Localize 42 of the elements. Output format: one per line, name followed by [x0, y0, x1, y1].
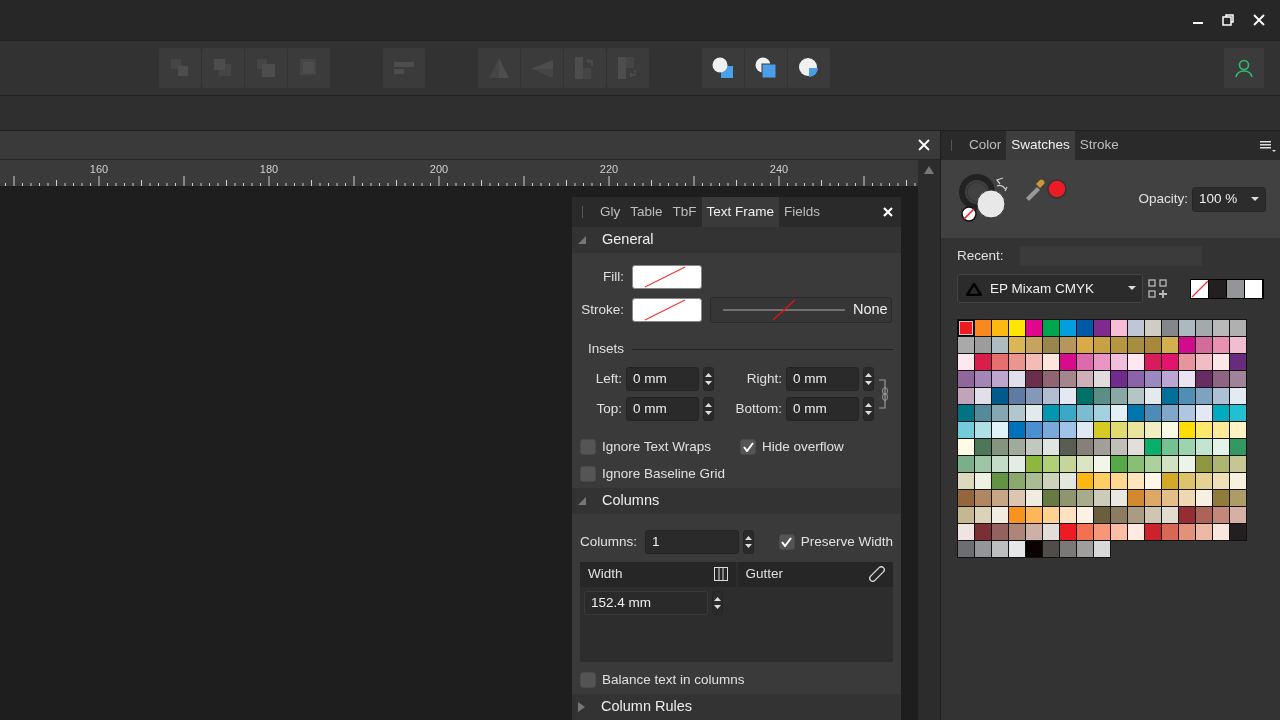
section-label: Insets	[588, 340, 625, 358]
input-field[interactable]: 0 mm	[626, 397, 699, 422]
field-label: Fill:	[602, 267, 624, 286]
stroke-style-dropdown[interactable]: None	[710, 297, 892, 323]
ruler-label: 160	[89, 162, 109, 177]
field-label: Stroke:	[580, 300, 624, 319]
field-label: Right:	[745, 370, 782, 389]
input-field[interactable]: 1	[645, 529, 740, 554]
input-field[interactable]: 0 mm	[786, 397, 859, 422]
section-header[interactable]: General	[572, 227, 901, 253]
input-field[interactable]: 152.4 mm	[584, 590, 708, 615]
opacity-dropdown[interactable]: 100 %	[1192, 186, 1266, 212]
panel-tab[interactable]: Color	[964, 131, 1007, 160]
field-label: Bottom:	[734, 400, 782, 419]
input-field[interactable]: 0 mm	[626, 367, 699, 392]
checkbox-label: Hide overflow	[762, 438, 844, 457]
field-label: Opacity:	[1138, 189, 1188, 208]
column-header-label: Width	[588, 565, 623, 584]
field-label: Top:	[595, 400, 622, 419]
section-header[interactable]: Column Rules	[572, 694, 901, 720]
checkbox-label: Ignore Baseline Grid	[602, 464, 726, 483]
section-header[interactable]: Columns	[572, 487, 901, 514]
ruler-label: 220	[599, 162, 619, 177]
panel-tab[interactable]: Gly	[595, 197, 626, 227]
checkbox-label: Balance text in columns	[602, 670, 745, 689]
field-label: Left:	[594, 370, 622, 389]
palette-dropdown[interactable]: EP Mixam CMYK	[957, 274, 1143, 304]
panel-tab[interactable]: Text Frame	[701, 197, 780, 227]
panel-tab[interactable]: TbF	[667, 197, 702, 227]
field-label: Columns:	[580, 532, 638, 551]
ruler-label: 180	[259, 162, 279, 177]
ruler-label: 200	[429, 162, 449, 177]
input-field[interactable]: 0 mm	[786, 367, 859, 392]
panel-tab[interactable]: Table	[625, 197, 668, 227]
checkbox-label: Ignore Text Wraps	[602, 438, 712, 457]
panel-tab[interactable]: Fields	[779, 197, 826, 227]
panel-tab[interactable]: Stroke	[1074, 131, 1124, 160]
column-header-label: Gutter	[745, 565, 783, 584]
field-label: Recent:	[957, 247, 1004, 265]
checkbox-label: Preserve Width	[800, 532, 893, 551]
ruler-label: 240	[769, 162, 789, 177]
panel-tab[interactable]: Swatches	[1006, 131, 1075, 160]
